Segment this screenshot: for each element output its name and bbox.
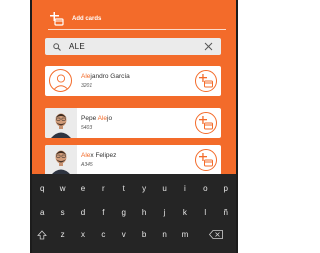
key-i[interactable]: i: [175, 183, 195, 195]
key-m[interactable]: m: [175, 229, 195, 241]
key-c[interactable]: c: [93, 229, 113, 241]
key-u[interactable]: u: [154, 183, 174, 195]
name-highlight: Ale: [81, 73, 91, 80]
contact-code: 3201: [81, 83, 93, 89]
keyboard-row-1: q w e r t y u i o p: [32, 183, 236, 195]
search-input[interactable]: ALE: [69, 42, 85, 51]
key-enye[interactable]: ñ: [216, 207, 236, 219]
add-card-button[interactable]: [195, 149, 217, 171]
add-card-button[interactable]: [195, 112, 217, 134]
user-photo-icon: [45, 145, 77, 175]
list-item[interactable]: Pepe Alejo 5403: [45, 108, 221, 138]
list-item[interactable]: Alex Felipez A345: [45, 145, 221, 175]
contact-code: 5403: [81, 125, 93, 131]
key-s[interactable]: s: [52, 207, 72, 219]
key-t[interactable]: t: [114, 183, 134, 195]
key-e[interactable]: e: [73, 183, 93, 195]
key-x[interactable]: x: [73, 229, 93, 241]
keyboard-row-2: a s d f g h j k l ñ: [32, 207, 236, 219]
contact-code: A345: [81, 162, 93, 168]
avatar: [45, 66, 77, 96]
contact-name: Alex Felipez: [81, 152, 116, 159]
key-w[interactable]: w: [52, 183, 72, 195]
key-y[interactable]: y: [134, 183, 154, 195]
key-r[interactable]: r: [93, 183, 113, 195]
avatar: [45, 145, 77, 175]
search-bar[interactable]: ALE: [45, 38, 221, 55]
person-outline-icon: [53, 74, 69, 91]
add-card-button[interactable]: [195, 70, 217, 92]
list-item[interactable]: Alejandro García 3201: [45, 66, 221, 96]
key-q[interactable]: q: [32, 183, 52, 195]
key-k[interactable]: k: [175, 207, 195, 219]
keyboard: q w e r t y u i o p a s d f g h j k l ñ …: [32, 174, 236, 253]
header-divider: [48, 29, 226, 30]
key-z[interactable]: z: [52, 229, 72, 241]
add-card-icon: [199, 116, 213, 130]
key-f[interactable]: f: [93, 207, 113, 219]
device-bezel-right: [236, 0, 238, 253]
add-card-icon: [199, 74, 213, 88]
key-n[interactable]: n: [154, 229, 174, 241]
page-title: Add cards: [72, 16, 102, 22]
search-icon: [53, 42, 61, 51]
name-highlight: Ale: [81, 152, 91, 159]
shift-icon[interactable]: [32, 229, 52, 241]
avatar: [45, 108, 77, 138]
key-v[interactable]: v: [114, 229, 134, 241]
key-d[interactable]: d: [73, 207, 93, 219]
add-card-icon[interactable]: [48, 11, 66, 27]
name-prefix: Pepe: [81, 115, 98, 122]
key-b[interactable]: b: [134, 229, 154, 241]
name-rest: jandro García: [90, 73, 130, 80]
key-l[interactable]: l: [195, 207, 215, 219]
name-highlight: Ale: [97, 115, 108, 122]
user-photo-icon: [45, 108, 77, 138]
header: Add cards: [48, 10, 101, 28]
contact-name: Alejandro García: [81, 73, 130, 80]
key-g[interactable]: g: [114, 207, 134, 219]
key-a[interactable]: a: [32, 207, 52, 219]
name-rest: x Felipez: [90, 152, 117, 159]
key-p[interactable]: p: [216, 183, 236, 195]
key-h[interactable]: h: [134, 207, 154, 219]
key-j[interactable]: j: [154, 207, 174, 219]
name-rest: jo: [107, 115, 113, 122]
contact-name: Pepe Alejo: [81, 115, 112, 122]
keyboard-row-3: z x c v b n m: [32, 229, 236, 241]
backspace-icon[interactable]: [195, 229, 236, 241]
close-icon[interactable]: [204, 42, 213, 51]
key-o[interactable]: o: [195, 183, 215, 195]
add-card-icon: [199, 153, 213, 167]
